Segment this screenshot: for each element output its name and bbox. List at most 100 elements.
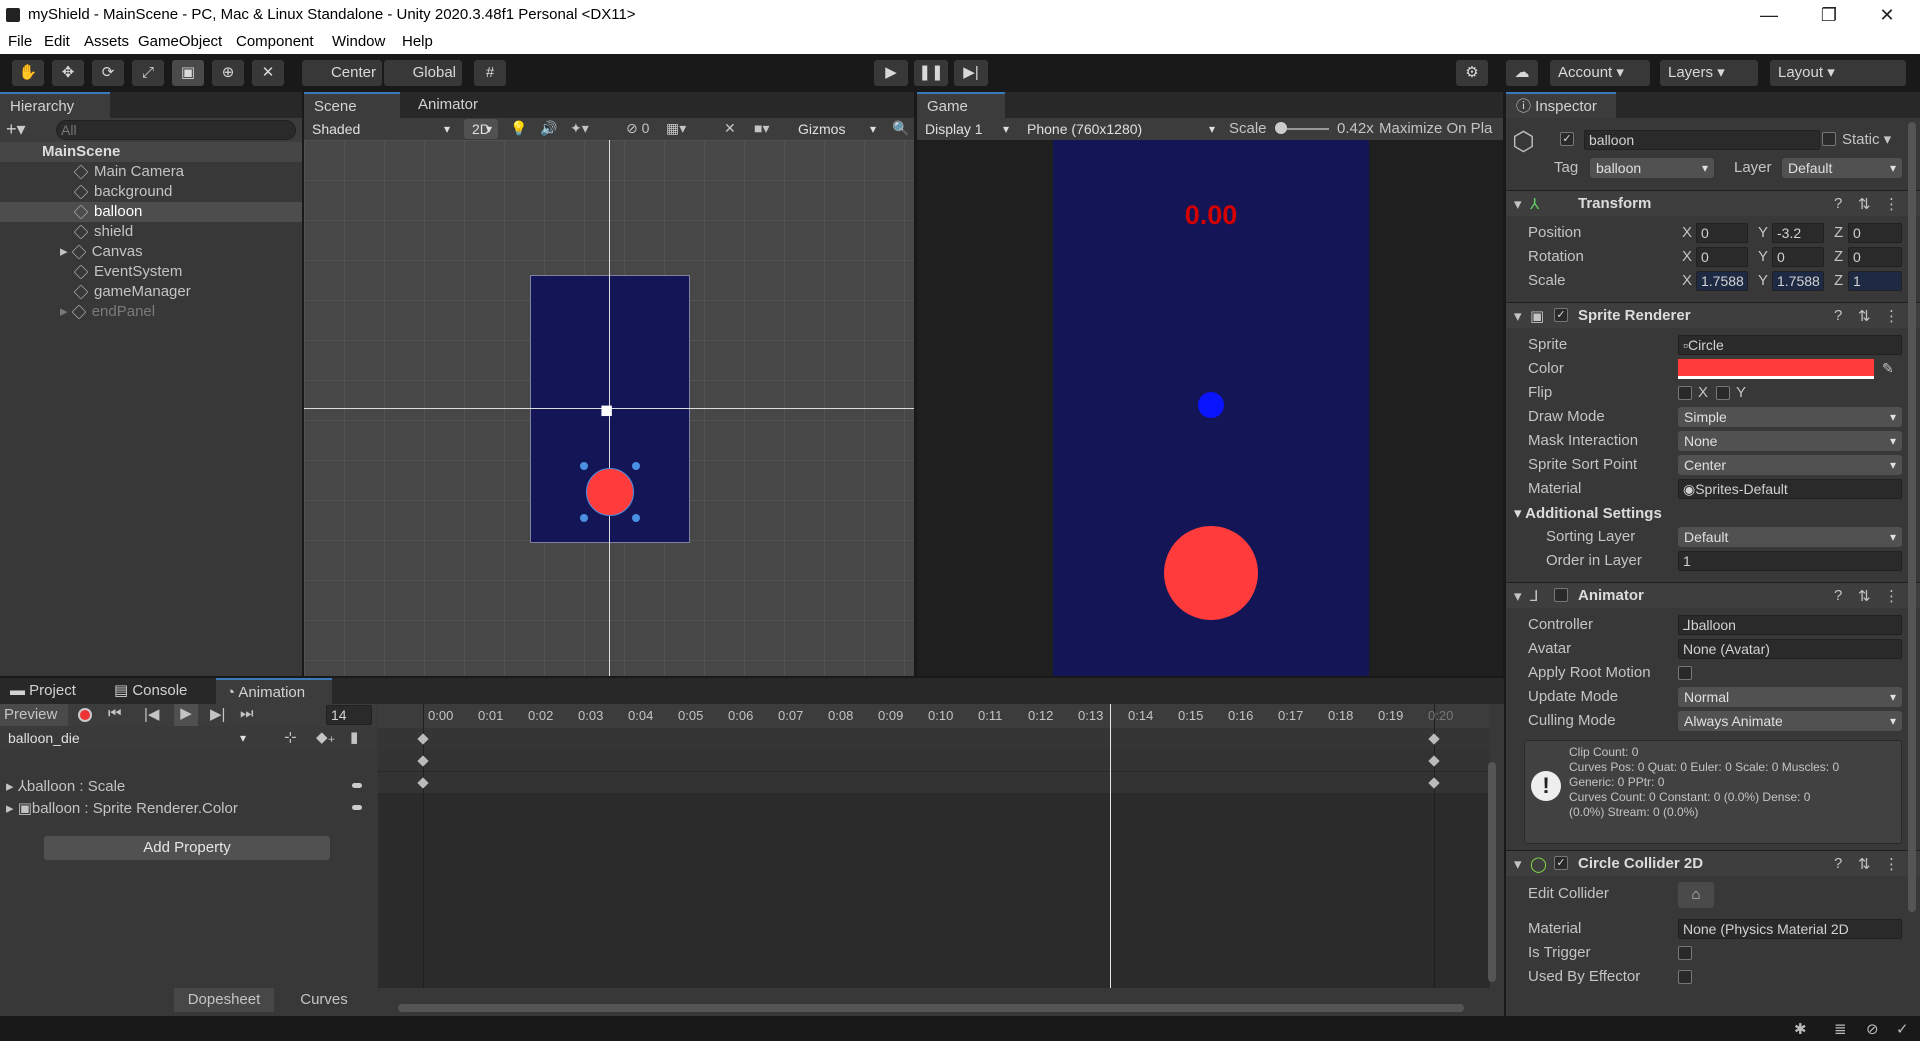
menu-file[interactable]: File (8, 33, 32, 50)
minimize-button[interactable]: — (1746, 2, 1792, 28)
add-keyframe-icon[interactable]: ⊹ (284, 728, 297, 746)
hierarchy-item-balloon[interactable]: balloon (73, 202, 142, 222)
circle-collider-header[interactable]: ▾ ◯ ✓ Circle Collider 2D ? ⇅ ⋮ (1506, 850, 1920, 876)
dopesheet-tab[interactable]: Dopesheet (174, 988, 274, 1012)
tab-animation[interactable]: ◔ Animation (216, 678, 332, 704)
rotation-z-input[interactable]: 0 (1848, 247, 1902, 267)
menu-edit[interactable]: Edit (44, 33, 70, 50)
scale-z-input[interactable]: 1 (1848, 271, 1902, 291)
account-dropdown[interactable]: Account ▾ (1550, 60, 1650, 86)
preview-button[interactable]: Preview (0, 704, 68, 726)
additional-settings-foldout[interactable]: ▾ Additional Settings (1514, 504, 1662, 522)
tab-scene[interactable]: Scene (304, 92, 400, 118)
sprite-field[interactable]: ▫Circle (1678, 335, 1902, 355)
rect-handle[interactable] (632, 462, 640, 470)
transform-header[interactable]: ▾ ⅄ Transform ? ⇅ ⋮ (1506, 190, 1920, 216)
help-icon[interactable]: ? (1834, 855, 1842, 872)
scene-search-icon[interactable]: 🔍 (892, 120, 909, 137)
camera-icon[interactable]: ■▾ (754, 120, 769, 137)
help-icon[interactable]: ? (1834, 587, 1842, 604)
collapse-arrow-icon[interactable]: ▾ (1514, 587, 1522, 605)
curves-tab[interactable]: Curves (276, 988, 372, 1012)
hand-tool-icon[interactable]: ✋ (12, 60, 44, 86)
tools-icon[interactable]: ✕ (724, 120, 736, 137)
controller-field[interactable]: ⅃balloon (1678, 615, 1902, 635)
tag-dropdown[interactable]: balloon (1590, 158, 1714, 178)
grid-icon[interactable]: ▦▾ (666, 120, 686, 137)
services-icon[interactable]: ⚙ (1456, 60, 1488, 86)
cache-icon[interactable]: ≣ (1834, 1020, 1847, 1038)
effects-icon[interactable]: ✦▾ (570, 120, 589, 137)
add-event-icon[interactable]: ◆₊ (316, 728, 335, 746)
eyedropper-icon[interactable]: ✎ (1882, 360, 1894, 377)
track-color[interactable]: ▸ ▣balloon : Sprite Renderer.Color (6, 799, 238, 819)
audio-icon[interactable]: 🔊 (540, 120, 557, 137)
grid-snap-icon[interactable]: # (474, 60, 506, 86)
kebab-menu-icon[interactable]: ⋮ (1884, 587, 1899, 605)
menu-gameobject[interactable]: GameObject (138, 33, 222, 50)
clip-dropdown[interactable]: balloon_die (2, 728, 252, 748)
is-trigger-checkbox[interactable] (1678, 946, 1692, 960)
hierarchy-item-gamemanager[interactable]: gameManager (73, 282, 191, 302)
rect-handle[interactable] (580, 514, 588, 522)
kebab-menu-icon[interactable]: ⋮ (1884, 307, 1899, 325)
collapse-arrow-icon[interactable]: ▾ (1514, 195, 1522, 213)
hierarchy-item-endpanel[interactable]: ▸ endPanel (60, 302, 155, 322)
gizmos-dropdown[interactable]: Gizmos (792, 119, 882, 139)
help-icon[interactable]: ? (1834, 307, 1842, 324)
last-frame-icon[interactable]: ⏭ (240, 705, 254, 722)
mask-interaction-dropdown[interactable]: None (1678, 431, 1902, 451)
next-frame-icon[interactable]: ▶| (210, 705, 225, 723)
event-marker-icon[interactable]: ▮ (350, 728, 358, 746)
collider-material-field[interactable]: None (Physics Material 2D (1678, 919, 1902, 939)
tab-console[interactable]: ▤ Console (104, 678, 216, 704)
hierarchy-item-main-camera[interactable]: Main Camera (73, 162, 184, 182)
cloud-icon[interactable]: ☁ (1506, 60, 1538, 86)
auto-generate-icon[interactable]: ⊘ (1866, 1020, 1879, 1038)
menu-component[interactable]: Component (236, 33, 314, 50)
resolution-dropdown[interactable]: Phone (760x1280) (1021, 119, 1221, 139)
scale-y-input[interactable]: 1.7588 (1772, 271, 1824, 291)
dopesheet-area[interactable]: 0:00 0:01 0:02 0:03 0:04 0:05 0:06 0:07 … (378, 704, 1490, 988)
rotate-tool-icon[interactable]: ⟳ (92, 60, 124, 86)
playhead-line[interactable] (1110, 704, 1111, 988)
help-icon[interactable]: ? (1834, 195, 1842, 212)
debug-icon[interactable]: ✱ (1794, 1020, 1807, 1038)
collab-icon[interactable]: ✓ (1896, 1020, 1909, 1038)
global-button[interactable]: Global (384, 60, 462, 86)
track-scale[interactable]: ▸ ⅄balloon : Scale (6, 777, 125, 797)
collapse-arrow-icon[interactable]: ▾ (1514, 307, 1522, 325)
static-checkbox[interactable] (1822, 132, 1836, 146)
frame-input[interactable]: 14 (326, 705, 372, 725)
maximize-on-play-toggle[interactable]: Maximize On Pla (1379, 120, 1492, 137)
sort-point-dropdown[interactable]: Center (1678, 455, 1902, 475)
play-button[interactable]: ▶ (874, 60, 908, 86)
display-dropdown[interactable]: Display 1 (919, 119, 1015, 139)
order-in-layer-input[interactable]: 1 (1678, 551, 1902, 571)
apply-root-motion-checkbox[interactable] (1678, 666, 1692, 680)
tab-hierarchy[interactable]: Hierarchy (0, 92, 110, 118)
used-by-effector-checkbox[interactable] (1678, 970, 1692, 984)
hierarchy-search-input[interactable]: All (56, 120, 296, 140)
menu-help[interactable]: Help (402, 33, 433, 50)
tab-inspector[interactable]: ⓘ Inspector (1506, 92, 1616, 118)
hierarchy-item-shield[interactable]: shield (73, 222, 133, 242)
shading-dropdown[interactable]: Shaded (306, 119, 456, 139)
flip-x-checkbox[interactable] (1678, 386, 1692, 400)
preset-icon[interactable]: ⇅ (1858, 195, 1871, 213)
color-swatch[interactable] (1678, 359, 1874, 379)
scale-slider-thumb[interactable] (1275, 122, 1287, 134)
first-frame-icon[interactable]: ⏮ (108, 705, 122, 722)
tab-project[interactable]: ▬ Project (0, 678, 104, 704)
rect-tool-icon[interactable]: ▣ (172, 60, 204, 86)
lighting-icon[interactable]: 💡 (510, 120, 527, 137)
position-x-input[interactable]: 0 (1696, 223, 1748, 243)
pivot-center-button[interactable]: Center (302, 60, 382, 86)
tab-animator[interactable]: Animator (408, 92, 508, 118)
hierarchy-item-canvas[interactable]: ▸ Canvas (60, 242, 143, 262)
layers-dropdown[interactable]: Layers ▾ (1660, 60, 1758, 86)
move-tool-icon[interactable]: ✥ (52, 60, 84, 86)
animator-header[interactable]: ▾ ⅃ Animator ? ⇅ ⋮ (1506, 582, 1920, 608)
hierarchy-item-background[interactable]: background (73, 182, 172, 202)
track-options-icon[interactable] (352, 783, 362, 788)
